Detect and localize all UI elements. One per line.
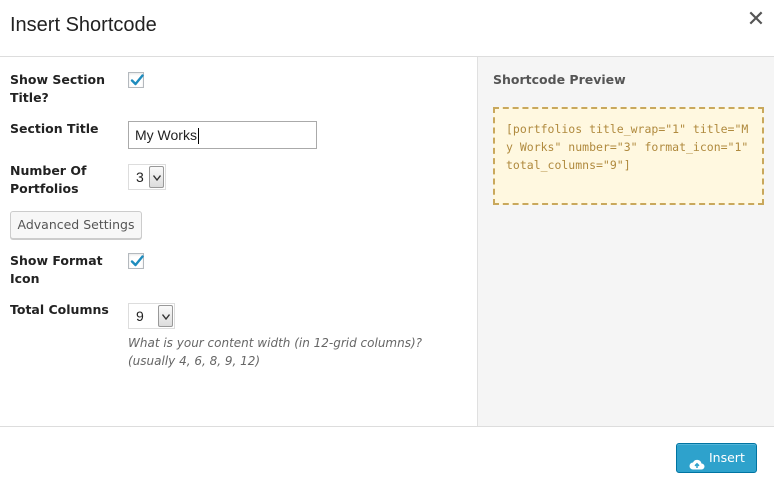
show-format-icon-label: Show Format Icon xyxy=(10,253,103,286)
cloud-upload-icon xyxy=(689,452,705,480)
chevron-down-icon xyxy=(158,305,173,327)
close-icon[interactable]: ✕ xyxy=(744,8,768,32)
text-caret xyxy=(197,128,199,145)
checkmark-icon xyxy=(130,255,144,267)
show-section-title-checkbox[interactable] xyxy=(128,72,144,88)
insert-button[interactable]: Insert xyxy=(676,443,757,473)
total-columns-value: 9 xyxy=(136,308,144,324)
modal-footer: Insert xyxy=(0,426,774,482)
advanced-settings-button[interactable]: Advanced Settings xyxy=(10,211,142,239)
chevron-down-icon xyxy=(149,166,164,188)
section-title-value: My Works xyxy=(135,127,197,143)
settings-panel: Show Section Title? Section Title My Wor… xyxy=(0,57,477,426)
number-of-portfolios-value: 3 xyxy=(136,169,144,185)
insert-button-label: Insert xyxy=(709,450,745,465)
section-title-label: Section Title xyxy=(10,121,99,136)
number-of-portfolios-label: Number Of Portfolios xyxy=(10,163,87,196)
total-columns-label: Total Columns xyxy=(10,302,109,317)
modal-body: Show Section Title? Section Title My Wor… xyxy=(0,57,774,426)
shortcode-preview-label: Shortcode Preview xyxy=(493,72,626,87)
checkmark-icon xyxy=(130,74,144,86)
number-of-portfolios-select[interactable]: 3 xyxy=(128,164,166,190)
modal-title: Insert Shortcode xyxy=(10,14,157,36)
show-section-title-label: Show Section Title? xyxy=(10,72,106,105)
total-columns-select[interactable]: 9 xyxy=(128,303,175,329)
section-title-input[interactable]: My Works xyxy=(128,121,317,149)
show-format-icon-checkbox[interactable] xyxy=(128,253,144,269)
modal-header: Insert Shortcode ✕ xyxy=(0,0,774,57)
shortcode-preview-code: [portfolios title_wrap="1" title="My Wor… xyxy=(493,107,764,205)
preview-panel: Shortcode Preview [portfolios title_wrap… xyxy=(477,57,774,426)
total-columns-hint: What is your content width (in 12-grid c… xyxy=(128,336,423,368)
insert-shortcode-modal: Insert Shortcode ✕ Show Section Title? S… xyxy=(0,0,774,482)
